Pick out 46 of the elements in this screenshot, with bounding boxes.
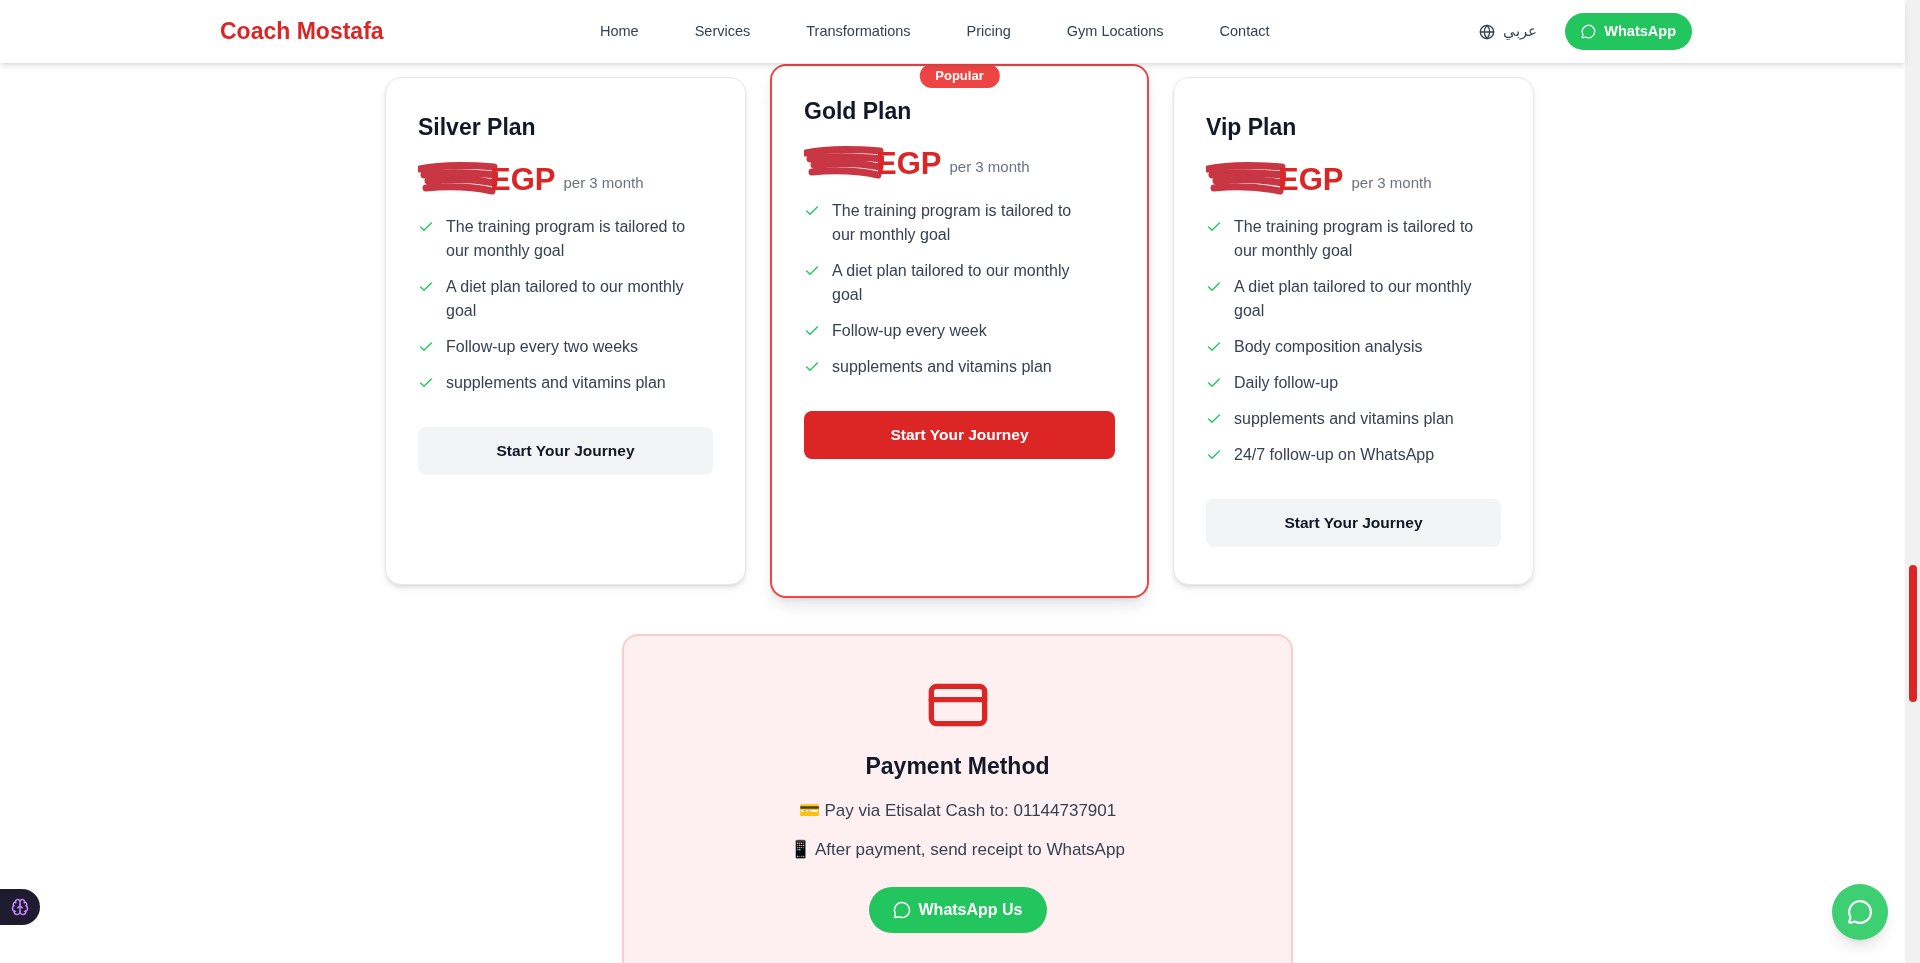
feature-text: supplements and vitamins plan <box>446 372 666 393</box>
feature-text: The training program is tailored to our monthly goal <box>446 216 687 261</box>
language-toggle[interactable]: عربي <box>1479 20 1538 43</box>
feature-text: supplements and vitamins plan <box>1234 408 1454 429</box>
feature-text: Follow-up every two weeks <box>446 336 639 357</box>
payment-instruction: 💳 Pay via Etisalat Cash to: 01144737901 <box>798 799 1117 822</box>
plan-title: Vip Plan <box>1206 113 1298 142</box>
feature-text: A diet plan tailored to our monthly goal <box>1234 276 1473 321</box>
nav-link[interactable]: Gym Locations <box>1066 20 1164 43</box>
chat-icon <box>892 900 911 919</box>
start-journey-button[interactable]: Start Your Journey <box>1206 498 1501 547</box>
nav-link[interactable]: Transformations <box>806 20 911 43</box>
feature-text: Follow-up every week <box>832 320 987 341</box>
nav-link[interactable]: Contact <box>1219 20 1270 43</box>
payment-instruction: 📱 After payment, send receipt to WhatsApp <box>790 839 1125 861</box>
chat-icon <box>1581 24 1597 39</box>
plan-title: Silver Plan <box>418 113 537 142</box>
price-currency: EGP <box>490 163 556 195</box>
feature-text: Body composition analysis <box>1234 336 1423 357</box>
popular-badge: Popular <box>919 64 1000 88</box>
scrollbar[interactable] <box>1905 0 1920 963</box>
nav-link[interactable]: Services <box>694 20 751 43</box>
price-period: per 3 month <box>563 173 644 193</box>
nav-link[interactable]: Home <box>600 20 639 43</box>
price-period: per 3 month <box>1351 173 1432 193</box>
price-period: per 3 month <box>949 157 1030 177</box>
plan-title: Gold Plan <box>804 97 913 126</box>
price-currency: EGP <box>1278 163 1344 195</box>
chat-icon <box>1847 899 1873 925</box>
globe-icon <box>1479 23 1496 40</box>
feature-text: The training program is tailored to our monthly goal <box>1234 216 1475 261</box>
payment-title: Payment Method <box>865 752 1050 781</box>
feature-text: supplements and vitamins plan <box>832 356 1052 377</box>
assistant-button[interactable] <box>0 889 40 925</box>
feature-text: Daily follow-up <box>1234 372 1339 393</box>
brain-icon <box>11 898 29 916</box>
feature-text: A diet plan tailored to our monthly goal <box>832 260 1071 305</box>
site-logo[interactable]: Coach Mostafa <box>220 14 600 49</box>
start-journey-button[interactable]: Start Your Journey <box>804 410 1115 459</box>
feature-text: A diet plan tailored to our monthly goal <box>446 276 685 321</box>
price-currency: EGP <box>876 147 942 179</box>
nav-link[interactable]: Pricing <box>966 20 1011 43</box>
feature-text: The training program is tailored to our monthly goal <box>832 200 1073 245</box>
start-journey-button[interactable]: Start Your Journey <box>418 426 713 475</box>
feature-text: 24/7 follow-up on WhatsApp <box>1234 444 1435 465</box>
scrollbar-thumb[interactable] <box>1909 565 1917 702</box>
